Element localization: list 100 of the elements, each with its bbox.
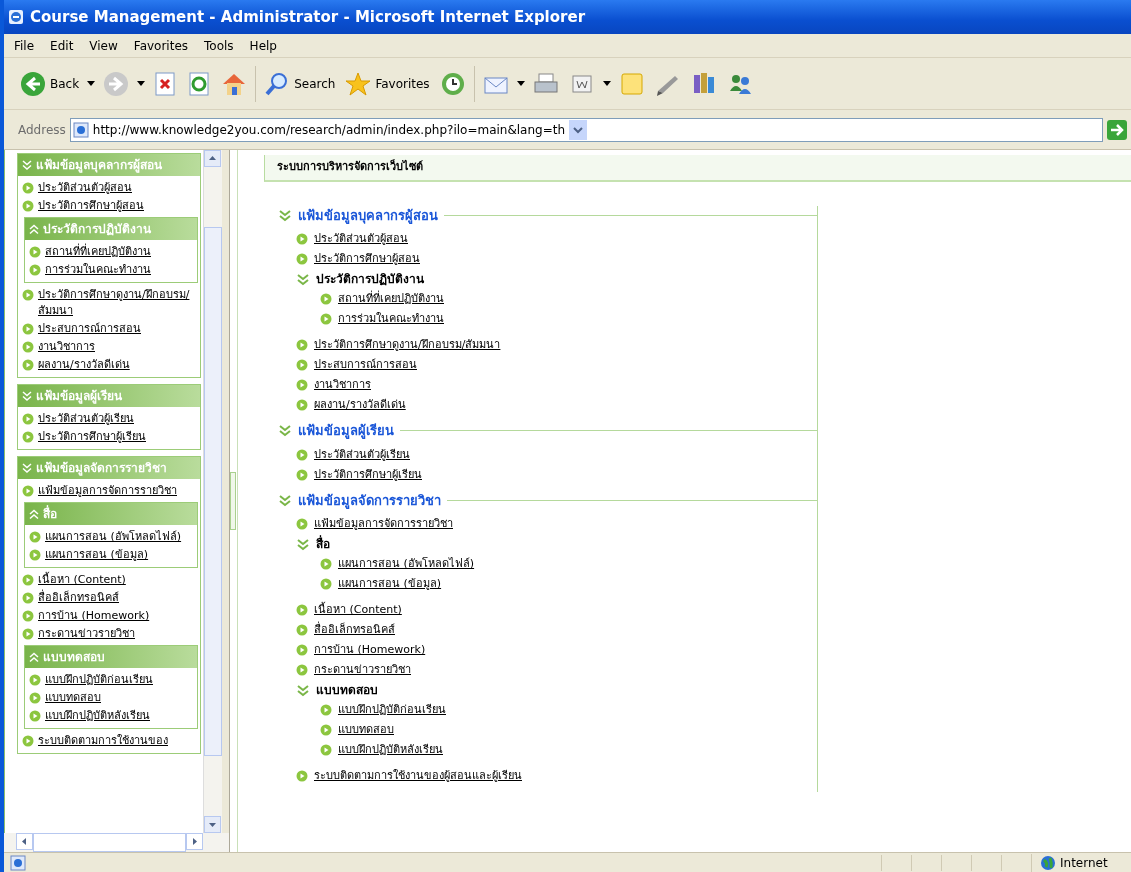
menu-link[interactable]: งานวิชาการ — [314, 377, 371, 393]
scroll-down-icon[interactable] — [204, 816, 221, 833]
menu-link[interactable]: กระดานข่าวรายวิชา — [38, 626, 135, 642]
back-icon — [20, 70, 46, 97]
dropdown-icon[interactable] — [602, 80, 611, 87]
menu-link[interactable]: ผลงาน/รางวัลดีเด่น — [314, 397, 406, 413]
address-field[interactable]: http://www.knowledge2you.com/research/admin/index.php?ilo=main&lang=th — [69, 117, 1103, 142]
dropdown-icon[interactable] — [137, 80, 146, 87]
bullet-icon — [296, 644, 308, 656]
toolbar-button[interactable]: Search — [262, 68, 338, 99]
expand-icon[interactable] — [296, 537, 310, 551]
menu-item[interactable]: Tools — [198, 36, 240, 55]
menu-link[interactable]: ประวัติส่วนตัวผู้เรียน — [38, 411, 134, 427]
menu-link[interactable]: ระบบติดตามการใช้งานของผู้สอนและผู้เรียน — [314, 768, 522, 784]
toolbar-button[interactable]: Favorites — [343, 68, 432, 99]
dropdown-icon[interactable] — [87, 80, 96, 87]
menu-link[interactable]: ประวัติส่วนตัวผู้สอน — [38, 180, 132, 196]
bullet-icon — [29, 531, 41, 543]
bullet-icon — [296, 253, 308, 265]
go-icon[interactable] — [1107, 119, 1127, 140]
bullet-icon — [296, 624, 308, 636]
menu-link[interactable]: ระบบติดตามการใช้งานของ — [38, 733, 168, 749]
bullet-icon — [22, 485, 34, 497]
page-header: ระบบการบริหารจัดการเว็บไซต์ — [264, 155, 1131, 182]
menu-link[interactable]: ประวัติการศึกษาดูงาน/ฝึกอบรม/สัมมนา — [314, 337, 501, 353]
bullet-icon — [320, 724, 332, 736]
collapse-icon[interactable] — [29, 651, 39, 663]
frame-splitter[interactable] — [230, 472, 236, 530]
menu-item[interactable]: Favorites — [127, 36, 195, 55]
bullet-icon — [22, 735, 34, 747]
menu-link[interactable]: แบบฝึกปฏิบัติก่อนเรียน — [338, 702, 446, 718]
menu-link[interactable]: เนื้อหา (Content) — [38, 572, 126, 588]
expand-icon[interactable] — [296, 683, 310, 697]
menu-link[interactable]: กระดานข่าวรายวิชา — [314, 662, 411, 678]
menu-link[interactable]: แฟ้มข้อมูลการจัดการรายวิชา — [38, 483, 177, 499]
expand-icon[interactable] — [278, 424, 292, 438]
history-icon — [439, 70, 466, 97]
bullet-icon — [29, 264, 41, 276]
menu-link[interactable]: ประวัติการศึกษาผู้เรียน — [314, 466, 422, 483]
menu-item[interactable]: File — [8, 36, 41, 55]
menu-link[interactable]: แผนการสอน (อัพโหลดไฟล์) — [338, 556, 475, 572]
expand-icon[interactable] — [296, 272, 310, 286]
scroll-thumb[interactable] — [204, 227, 222, 756]
menu-link[interactable]: ประสบการณ์การสอน — [38, 321, 141, 337]
menu-link[interactable]: แผนการสอน (ข้อมูล) — [45, 547, 149, 563]
menu-link[interactable]: ประวัติการศึกษาผู้สอน — [314, 251, 420, 267]
menu-link[interactable]: ผลงาน/รางวัลดีเด่น — [38, 357, 130, 373]
page-icon — [10, 854, 26, 871]
menu-link[interactable]: เนื้อหา (Content) — [314, 602, 402, 618]
menu-link[interactable]: งานวิชาการ — [38, 339, 95, 355]
menu-link[interactable]: สื่ออิเล็กทรอนิคส์ — [314, 622, 395, 638]
bullet-icon — [296, 379, 308, 391]
menu-link[interactable]: แบบฝึกปฏิบัติก่อนเรียน — [45, 672, 153, 688]
menu-item[interactable]: Help — [243, 36, 283, 55]
menu-link[interactable]: สื่ออิเล็กทรอนิคส์ — [38, 590, 119, 606]
bullet-icon — [22, 610, 34, 622]
collapse-icon[interactable] — [29, 508, 39, 520]
menu-link[interactable]: ประสบการณ์การสอน — [314, 357, 417, 373]
expand-icon[interactable] — [278, 208, 292, 222]
vertical-scrollbar[interactable] — [203, 150, 222, 833]
menu-link[interactable]: แผนการสอน (ข้อมูล) — [338, 576, 442, 592]
menu-link[interactable]: การร่วมในคณะทำงาน — [338, 311, 444, 327]
globe-icon — [1040, 854, 1056, 871]
menu-link[interactable]: การร่วมในคณะทำงาน — [45, 262, 151, 278]
menu-link[interactable]: แบบทดสอบ — [45, 690, 101, 706]
bullet-icon — [22, 413, 34, 425]
bullet-icon — [22, 182, 34, 194]
menu-link[interactable]: แบบทดสอบ — [338, 722, 394, 738]
menu-link[interactable]: สถานที่ที่เคยปฏิบัติงาน — [338, 291, 444, 307]
menu-link[interactable]: ประวัติส่วนตัวผู้สอน — [314, 231, 408, 247]
scroll-left-icon[interactable] — [16, 833, 33, 850]
menu-link[interactable]: สถานที่ที่เคยปฏิบัติงาน — [45, 244, 151, 260]
bullet-icon — [320, 744, 332, 756]
menu-link[interactable]: แบบฝึกปฏิบัติหลังเรียน — [338, 742, 443, 758]
expand-icon[interactable] — [278, 493, 292, 507]
scroll-right-icon[interactable] — [186, 833, 203, 850]
menu-link[interactable]: แบบฝึกปฏิบัติหลังเรียน — [45, 708, 150, 724]
section-title: แฟ้มข้อมูลบุคลากรผู้สอน — [298, 206, 438, 225]
collapse-icon[interactable] — [29, 223, 39, 235]
menu-link[interactable]: การบ้าน (Homework) — [314, 642, 426, 658]
menu-item[interactable]: Edit — [44, 36, 80, 55]
menu-link[interactable]: ประวัติการศึกษาผู้เรียน — [38, 429, 146, 445]
bullet-icon — [29, 692, 41, 704]
bullet-icon — [296, 518, 308, 530]
menu-item[interactable]: View — [83, 36, 124, 55]
refresh-icon — [187, 70, 212, 97]
menu-link[interactable]: แฟ้มข้อมูลการจัดการรายวิชา — [314, 516, 453, 532]
toolbar-button[interactable]: Back — [18, 68, 82, 99]
horizontal-scrollbar[interactable] — [4, 833, 229, 852]
menu-link[interactable]: ประวัติการศึกษาผู้สอน — [38, 198, 144, 214]
bullet-icon — [22, 200, 34, 212]
bullet-icon — [296, 604, 308, 616]
menu-link[interactable]: การบ้าน (Homework) — [38, 608, 150, 624]
bullet-icon — [296, 664, 308, 676]
dropdown-icon[interactable] — [516, 80, 525, 87]
scroll-thumb[interactable] — [33, 833, 186, 852]
scroll-up-icon[interactable] — [204, 150, 221, 167]
menu-link[interactable]: ประวัติส่วนตัวผู้เรียน — [314, 446, 410, 463]
menu-link[interactable]: แผนการสอน (อัพโหลดไฟล์) — [45, 529, 182, 545]
menu-link[interactable]: ประวัติการศึกษาดูงาน/ฝึกอบรม/สัมมนา — [38, 287, 198, 319]
